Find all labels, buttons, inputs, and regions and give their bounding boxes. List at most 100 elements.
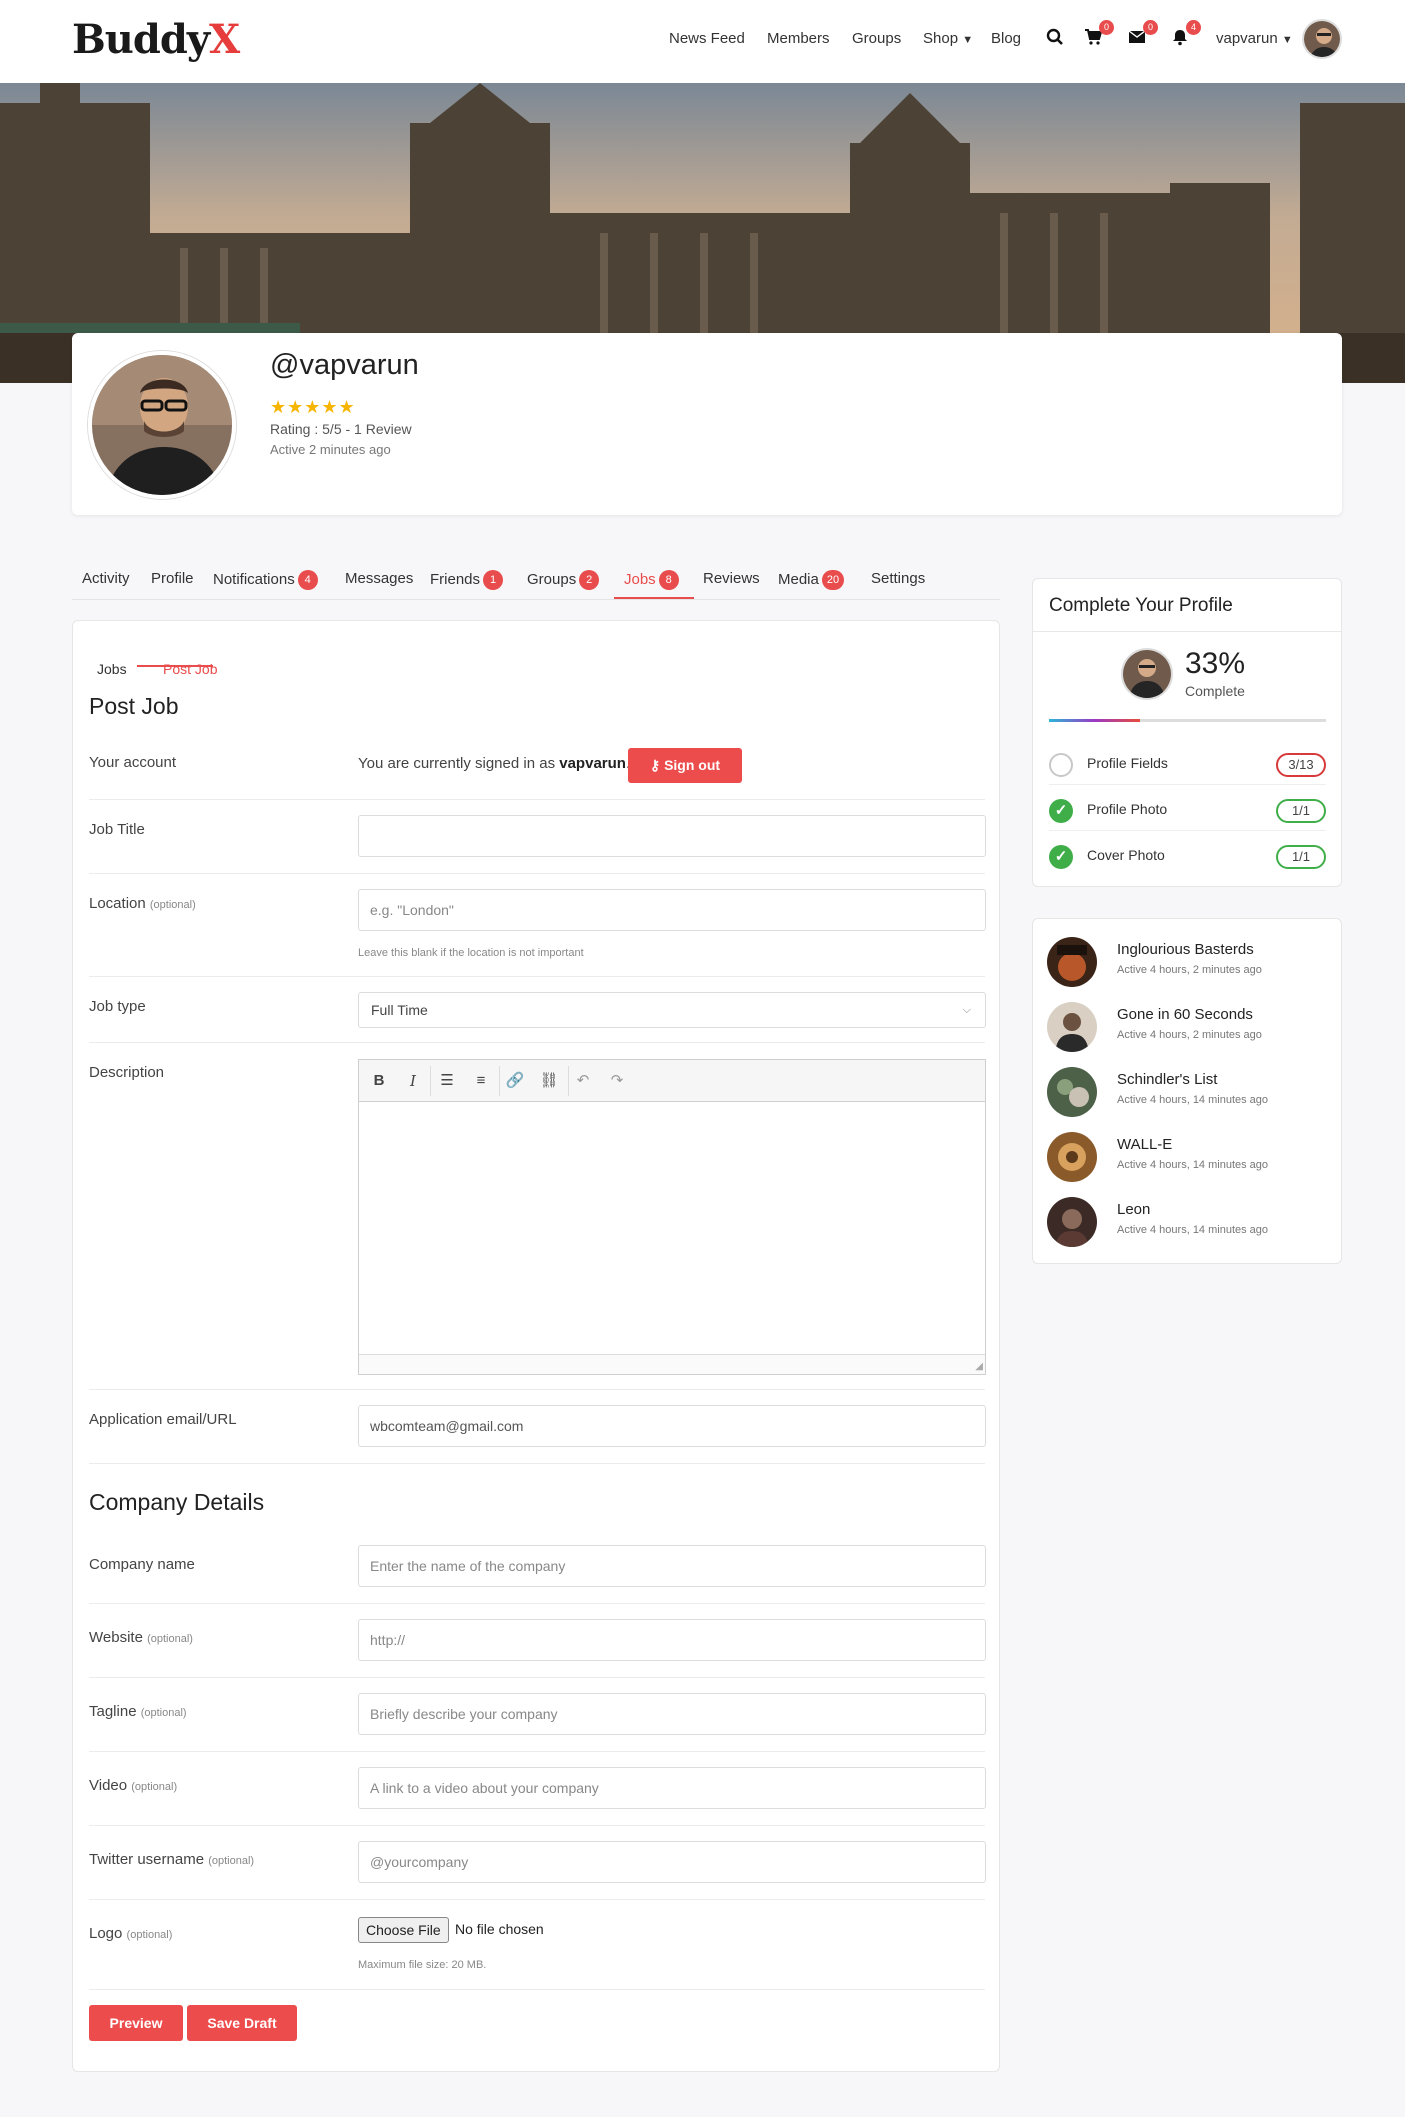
group-avatar[interactable] [1047, 1132, 1097, 1182]
group-activity: Active 4 hours, 14 minutes ago [1117, 1159, 1269, 1171]
subtab-post-job[interactable]: Post Job [163, 661, 217, 677]
messages-badge: 0 [1143, 20, 1158, 35]
item-count: 1/1 [1276, 845, 1326, 869]
toolbar-separator [568, 1066, 569, 1096]
website-input[interactable] [358, 1619, 986, 1661]
nav-blog[interactable]: Blog [991, 30, 1021, 47]
tagline-input[interactable] [358, 1693, 986, 1735]
envelope-icon[interactable]: 0 [1128, 20, 1158, 48]
profile-avatar[interactable] [88, 351, 236, 499]
application-input[interactable] [358, 1405, 986, 1447]
avatar[interactable] [1302, 19, 1342, 59]
nav-shop[interactable]: Shop ▼ [923, 30, 973, 47]
group-avatar[interactable] [1047, 1197, 1097, 1247]
divider [89, 1751, 985, 1752]
nav-news-feed[interactable]: News Feed [669, 30, 745, 47]
divider [89, 1603, 985, 1604]
save-draft-button[interactable]: Save Draft [187, 2005, 297, 2041]
tab-groups[interactable]: Groups 2 [527, 570, 600, 590]
nav-groups[interactable]: Groups [852, 30, 901, 47]
active-tab-indicator [614, 597, 694, 599]
group-activity: Active 4 hours, 14 minutes ago [1117, 1094, 1269, 1106]
key-icon: ⚷ [649, 757, 661, 773]
resize-handle-icon[interactable]: ◢ [975, 1361, 983, 1372]
job-type-select[interactable]: Full Time ⌵ [358, 992, 986, 1028]
post-job-card: Jobs Post Job Post Job Your account You … [72, 620, 1000, 2072]
description-editor[interactable]: B I ☰ ≡ 🔗 ⛓ ↶ ↷ ◢ [358, 1059, 986, 1375]
completion-percent: 33% [1185, 647, 1246, 680]
user-menu[interactable]: vapvarun ▼ [1216, 30, 1293, 47]
company-name-input[interactable] [358, 1545, 986, 1587]
complete-profile-widget: Complete Your Profile 33% Complete Profi… [1032, 578, 1342, 887]
divider [1033, 631, 1341, 632]
group-name[interactable]: Gone in 60 Seconds [1117, 1006, 1253, 1023]
site-header: BuddyX News Feed Members Groups Shop ▼ B… [0, 0, 1405, 83]
undo-icon[interactable]: ↶ [571, 1069, 595, 1093]
sign-out-button[interactable]: ⚷ Sign out [628, 748, 742, 783]
twitter-input[interactable] [358, 1841, 986, 1883]
tab-activity[interactable]: Activity [82, 570, 130, 587]
profile-handle: @vapvarun [270, 349, 419, 381]
numbered-list-icon[interactable]: ≡ [469, 1069, 493, 1093]
unlink-icon[interactable]: ⛓ [537, 1069, 561, 1093]
job-title-label: Job Title [89, 821, 145, 838]
group-avatar[interactable] [1047, 937, 1097, 987]
tab-jobs[interactable]: Jobs 8 [624, 570, 679, 590]
bell-icon[interactable]: 4 [1171, 20, 1201, 48]
company-name-label: Company name [89, 1556, 195, 1573]
groups-widget: Inglourious Basterds Active 4 hours, 2 m… [1032, 918, 1342, 1264]
location-input[interactable] [358, 889, 986, 931]
progress-fill [1049, 719, 1141, 722]
site-logo[interactable]: BuddyX [72, 16, 240, 63]
group-name[interactable]: Leon [1117, 1201, 1150, 1218]
cart-icon[interactable]: 0 [1084, 20, 1114, 48]
chevron-down-icon: ▼ [1281, 34, 1293, 46]
check-icon: ✓ [1049, 845, 1073, 869]
completion-label: Complete [1185, 683, 1245, 699]
bold-icon[interactable]: B [367, 1069, 391, 1093]
group-name[interactable]: WALL-E [1117, 1136, 1172, 1153]
location-hint: Leave this blank if the location is not … [358, 947, 584, 959]
bullet-list-icon[interactable]: ☰ [435, 1069, 459, 1093]
list-item[interactable]: ✓ Profile Photo 1/1 [1049, 789, 1326, 831]
video-input[interactable] [358, 1767, 986, 1809]
tab-messages[interactable]: Messages [345, 570, 413, 587]
subtab-jobs[interactable]: Jobs [97, 661, 127, 677]
search-icon[interactable] [1046, 28, 1066, 48]
list-item[interactable]: Gone in 60 Seconds Active 4 hours, 2 min… [1047, 1002, 1327, 1054]
notifications-badge: 4 [1186, 20, 1201, 35]
group-name[interactable]: Inglourious Basterds [1117, 941, 1254, 958]
list-item[interactable]: Leon Active 4 hours, 14 minutes ago [1047, 1197, 1327, 1249]
link-icon[interactable]: 🔗 [503, 1069, 527, 1093]
list-item[interactable]: WALL-E Active 4 hours, 14 minutes ago [1047, 1132, 1327, 1184]
tab-media[interactable]: Media 20 [778, 570, 845, 590]
job-type-label: Job type [89, 998, 146, 1015]
list-item[interactable]: Schindler's List Active 4 hours, 14 minu… [1047, 1067, 1327, 1119]
account-label: Your account [89, 754, 177, 771]
preview-button[interactable]: Preview [89, 2005, 183, 2041]
list-item[interactable]: Inglourious Basterds Active 4 hours, 2 m… [1047, 937, 1327, 989]
job-title-input[interactable] [358, 815, 986, 857]
divider [89, 1042, 985, 1043]
toolbar-separator [499, 1066, 500, 1096]
no-file-text: No file chosen [455, 1921, 544, 1937]
italic-icon[interactable]: I [401, 1069, 425, 1093]
list-item[interactable]: Profile Fields 3/13 [1049, 743, 1326, 785]
description-label: Description [89, 1064, 165, 1081]
tab-reviews[interactable]: Reviews [703, 570, 760, 587]
list-item[interactable]: ✓ Cover Photo 1/1 [1049, 835, 1326, 877]
tab-notifications[interactable]: Notifications 4 [213, 570, 318, 590]
tab-profile[interactable]: Profile [151, 570, 194, 587]
group-avatar[interactable] [1047, 1002, 1097, 1052]
tab-settings[interactable]: Settings [871, 570, 925, 587]
group-name[interactable]: Schindler's List [1117, 1071, 1217, 1088]
avatar [1121, 648, 1173, 700]
nav-members[interactable]: Members [767, 30, 830, 47]
check-icon: ✓ [1049, 799, 1073, 823]
group-activity: Active 4 hours, 14 minutes ago [1117, 1224, 1269, 1236]
choose-file-button[interactable]: Choose File [358, 1917, 449, 1943]
last-active: Active 2 minutes ago [270, 442, 391, 457]
redo-icon[interactable]: ↷ [605, 1069, 629, 1093]
tab-friends[interactable]: Friends 1 [430, 570, 504, 590]
group-avatar[interactable] [1047, 1067, 1097, 1117]
